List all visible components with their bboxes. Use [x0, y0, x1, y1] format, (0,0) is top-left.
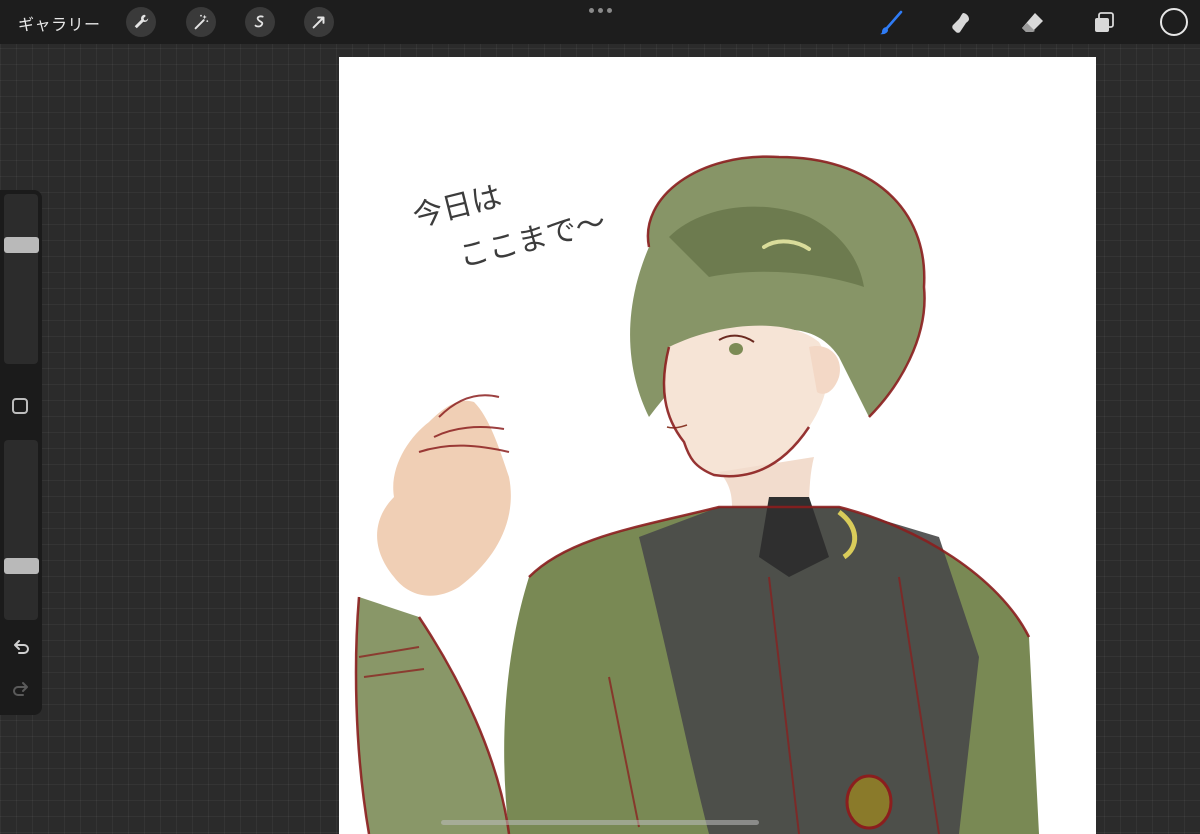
magic-wand-icon[interactable] — [186, 7, 216, 37]
hand-shape — [377, 400, 511, 596]
brush-icon[interactable] — [876, 8, 906, 38]
home-indicator[interactable] — [441, 820, 759, 825]
smudge-icon[interactable] — [946, 8, 976, 38]
selection-icon[interactable] — [245, 7, 275, 37]
opacity-slider[interactable] — [4, 440, 38, 620]
layers-icon[interactable] — [1089, 8, 1119, 38]
brush-size-slider[interactable] — [4, 194, 38, 364]
color-picker-button[interactable] — [1160, 8, 1188, 36]
emblem-badge — [845, 774, 893, 830]
handwritten-note: 今日は ここまで〜 — [409, 179, 609, 275]
wrench-icon[interactable] — [126, 7, 156, 37]
opacity-thumb[interactable] — [4, 558, 39, 575]
top-toolbar: ギャラリー — [0, 0, 1200, 44]
modify-button[interactable] — [12, 398, 28, 414]
toolbar-handle-icon[interactable] — [589, 8, 612, 13]
artwork: 今日は ここまで〜 — [354, 155, 1039, 834]
redo-icon[interactable] — [11, 680, 31, 700]
gallery-button[interactable]: ギャラリー — [18, 11, 101, 35]
drawing-canvas[interactable]: 今日は ここまで〜 — [339, 57, 1096, 834]
eye — [729, 343, 743, 355]
sleeve-shape — [356, 597, 509, 834]
brush-size-thumb[interactable] — [4, 237, 39, 254]
undo-icon[interactable] — [11, 638, 31, 658]
eraser-icon[interactable] — [1017, 8, 1047, 38]
note-line-1: 今日は — [409, 179, 505, 235]
transform-arrow-icon[interactable] — [304, 7, 334, 37]
side-toolbar — [0, 190, 42, 715]
